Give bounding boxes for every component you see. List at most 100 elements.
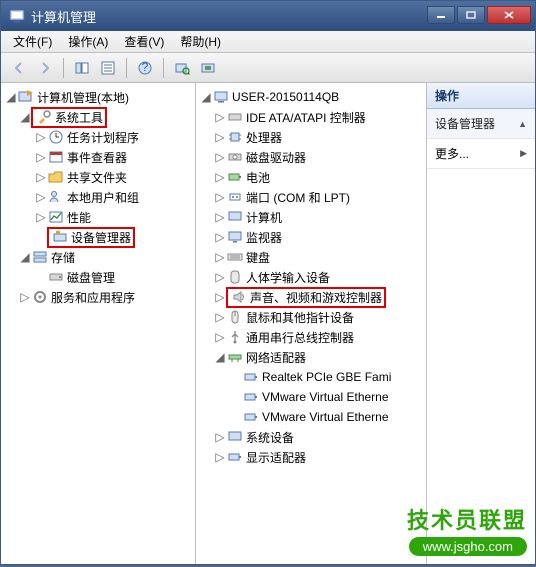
tree-services-apps[interactable]: ▷ 服务和应用程序 bbox=[3, 287, 193, 307]
device-mouse[interactable]: ▷鼠标和其他指针设备 bbox=[198, 307, 424, 327]
device-root[interactable]: ◢ USER-20150114QB bbox=[198, 87, 424, 107]
show-hide-tree-button[interactable] bbox=[70, 56, 94, 80]
device-computer[interactable]: ▷计算机 bbox=[198, 207, 424, 227]
device-hid[interactable]: ▷人体学输入设备 bbox=[198, 267, 424, 287]
toolbar-separator bbox=[126, 58, 127, 78]
device-ports[interactable]: ▷端口 (COM 和 LPT) bbox=[198, 187, 424, 207]
expand-icon: ▷ bbox=[35, 150, 47, 164]
collapse-icon: ◢ bbox=[5, 90, 17, 104]
battery-icon bbox=[226, 169, 244, 185]
toolbar-separator bbox=[63, 58, 64, 78]
collapse-icon: ◢ bbox=[200, 90, 212, 104]
menu-file[interactable]: 文件(F) bbox=[7, 31, 58, 52]
actions-header: 操作 bbox=[427, 83, 535, 109]
actions-group[interactable]: 设备管理器 ▲ bbox=[427, 109, 535, 139]
nic-icon bbox=[242, 409, 260, 425]
network-icon bbox=[226, 349, 244, 365]
folder-share-icon bbox=[47, 169, 65, 185]
tree-event-viewer[interactable]: ▷ 事件查看器 bbox=[3, 147, 193, 167]
submenu-icon: ▶ bbox=[520, 148, 527, 159]
collapse-icon: ◢ bbox=[19, 250, 31, 264]
highlight-box: 系统工具 bbox=[31, 107, 107, 128]
tree-performance[interactable]: ▷ 性能 bbox=[3, 207, 193, 227]
actions-pane: 操作 设备管理器 ▲ 更多... ▶ bbox=[427, 83, 535, 564]
titlebar: 计算机管理 bbox=[1, 1, 535, 31]
keyboard-icon bbox=[226, 249, 244, 265]
tree-label: 事件查看器 bbox=[65, 149, 127, 166]
tree-label: 本地用户和组 bbox=[65, 189, 139, 206]
device-net-vmware1[interactable]: VMware Virtual Etherne bbox=[198, 387, 424, 407]
disk-drive-icon bbox=[226, 149, 244, 165]
app-icon bbox=[9, 8, 25, 24]
computer-icon bbox=[212, 89, 230, 105]
device-sound[interactable]: ▷ 声音、视频和游戏控制器 bbox=[198, 287, 424, 307]
device-ide[interactable]: ▷IDE ATA/ATAPI 控制器 bbox=[198, 107, 424, 127]
tree-disk-mgmt[interactable]: 磁盘管理 bbox=[3, 267, 193, 287]
device-display[interactable]: ▷显示适配器 bbox=[198, 447, 424, 467]
minimize-button[interactable] bbox=[427, 6, 455, 24]
device-disk[interactable]: ▷磁盘驱动器 bbox=[198, 147, 424, 167]
toolbar: ? bbox=[1, 53, 535, 83]
device-system[interactable]: ▷系统设备 bbox=[198, 427, 424, 447]
system-icon bbox=[226, 429, 244, 445]
computer-mgmt-icon bbox=[17, 89, 35, 105]
collapse-icon: ◢ bbox=[214, 350, 226, 364]
tree-label: USER-20150114QB bbox=[230, 90, 339, 104]
properties-button[interactable] bbox=[96, 56, 120, 80]
window-title: 计算机管理 bbox=[31, 7, 425, 26]
tools-icon bbox=[35, 109, 53, 125]
svg-text:?: ? bbox=[142, 60, 149, 74]
menu-action[interactable]: 操作(A) bbox=[62, 31, 114, 52]
clock-icon bbox=[47, 129, 65, 145]
tree-task-scheduler[interactable]: ▷ 任务计划程序 bbox=[3, 127, 193, 147]
app-window: 计算机管理 文件(F) 操作(A) 查看(V) 帮助(H) ? ◢ bbox=[0, 0, 536, 565]
tree-label: 系统工具 bbox=[53, 109, 103, 126]
device-net-realtek[interactable]: Realtek PCIe GBE Fami bbox=[198, 367, 424, 387]
update-driver-button[interactable] bbox=[196, 56, 220, 80]
tree-label: 服务和应用程序 bbox=[49, 289, 135, 306]
menu-help[interactable]: 帮助(H) bbox=[174, 31, 227, 52]
highlight-box: 声音、视频和游戏控制器 bbox=[226, 287, 386, 308]
device-cpu[interactable]: ▷处理器 bbox=[198, 127, 424, 147]
forward-button[interactable] bbox=[33, 56, 57, 80]
mouse-icon bbox=[226, 309, 244, 325]
device-net-vmware2[interactable]: VMware Virtual Etherne bbox=[198, 407, 424, 427]
device-keyboard[interactable]: ▷键盘 bbox=[198, 247, 424, 267]
device-usb[interactable]: ▷通用串行总线控制器 bbox=[198, 327, 424, 347]
device-battery[interactable]: ▷电池 bbox=[198, 167, 424, 187]
scan-hardware-button[interactable] bbox=[170, 56, 194, 80]
left-tree-pane: ◢ 计算机管理(本地) ◢ 系统工具 ▷ 任务计划程序 bbox=[1, 83, 196, 564]
back-button[interactable] bbox=[7, 56, 31, 80]
actions-more[interactable]: 更多... ▶ bbox=[427, 139, 535, 169]
tree-label: 计算机管理(本地) bbox=[35, 89, 129, 106]
tree-storage[interactable]: ◢ 存储 bbox=[3, 247, 193, 267]
tree-label: 性能 bbox=[65, 209, 91, 226]
tree-root-local[interactable]: ◢ 计算机管理(本地) bbox=[3, 87, 193, 107]
help-button[interactable]: ? bbox=[133, 56, 157, 80]
highlight-box: 设备管理器 bbox=[47, 227, 135, 248]
close-button[interactable] bbox=[487, 6, 531, 24]
tree-label: 任务计划程序 bbox=[65, 129, 139, 146]
collapse-icon: ▲ bbox=[518, 119, 527, 129]
nic-icon bbox=[242, 369, 260, 385]
tree-device-manager[interactable]: 设备管理器 bbox=[3, 227, 193, 247]
hid-icon bbox=[226, 269, 244, 285]
device-monitor[interactable]: ▷监视器 bbox=[198, 227, 424, 247]
tree-label: 磁盘管理 bbox=[65, 269, 115, 286]
tree-system-tools[interactable]: ◢ 系统工具 bbox=[3, 107, 193, 127]
tree-local-users[interactable]: ▷ 本地用户和组 bbox=[3, 187, 193, 207]
usb-icon bbox=[226, 329, 244, 345]
maximize-button[interactable] bbox=[457, 6, 485, 24]
menu-view[interactable]: 查看(V) bbox=[118, 31, 170, 52]
pc-icon bbox=[226, 209, 244, 225]
disk-icon bbox=[47, 269, 65, 285]
device-network[interactable]: ◢网络适配器 bbox=[198, 347, 424, 367]
toolbar-separator bbox=[163, 58, 164, 78]
actions-group-label: 设备管理器 bbox=[435, 115, 495, 132]
tree-label: 设备管理器 bbox=[69, 229, 131, 246]
expand-icon: ▷ bbox=[19, 290, 31, 304]
users-icon bbox=[47, 189, 65, 205]
display-adapter-icon bbox=[226, 449, 244, 465]
event-icon bbox=[47, 149, 65, 165]
tree-shared-folders[interactable]: ▷ 共享文件夹 bbox=[3, 167, 193, 187]
